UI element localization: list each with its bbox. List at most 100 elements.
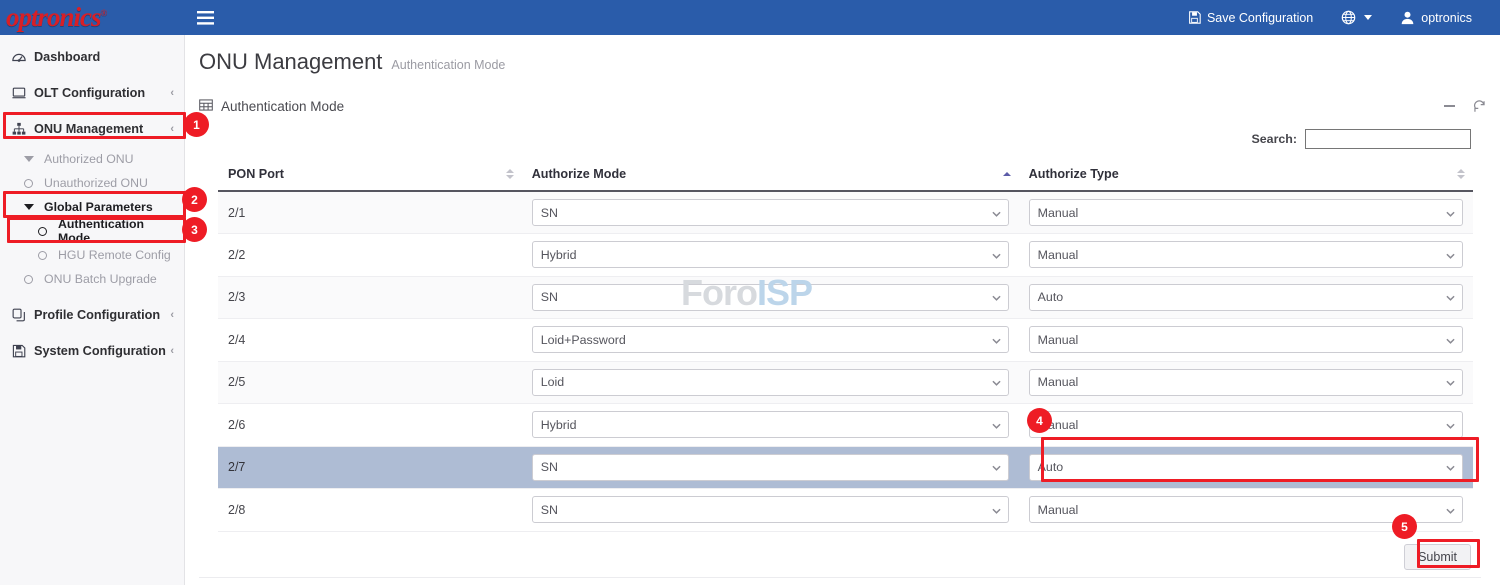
table-header-row: PON Port Authorize Mode Authorize Type xyxy=(218,158,1473,192)
sidebar-item-authorized-onu[interactable]: Authorized ONU xyxy=(0,147,184,171)
pon-port-value: 2/3 xyxy=(228,290,246,305)
sidebar-item-profile-configuration[interactable]: Profile Configuration ‹ xyxy=(0,297,184,333)
brand-logo[interactable]: optronics® xyxy=(0,0,185,35)
authorize-type-select[interactable]: Manual xyxy=(1028,241,1463,269)
authorize-mode-value: Loid+Password xyxy=(540,332,626,347)
cell-authorize-mode: SN xyxy=(521,191,1019,234)
search-input[interactable] xyxy=(1305,129,1471,149)
authorize-mode-select[interactable]: Hybrid xyxy=(531,241,1009,269)
authorize-mode-value: SN xyxy=(540,502,558,517)
authorize-mode-select[interactable]: Loid+Password xyxy=(531,326,1009,354)
table-row[interactable]: 2/1 SN Manual xyxy=(218,191,1473,234)
sidebar-item-dashboard[interactable]: Dashboard xyxy=(0,39,184,75)
authorize-type-value: Manual xyxy=(1037,375,1079,390)
authorize-mode-select[interactable]: Loid xyxy=(531,368,1009,396)
authorize-type-select[interactable]: Manual xyxy=(1028,496,1463,524)
cell-pon-port: 2/6 xyxy=(218,403,522,447)
table-row[interactable]: 2/6 Hybrid Manual xyxy=(218,403,1473,447)
authorize-type-select[interactable]: Manual xyxy=(1028,368,1463,396)
cell-authorize-type: Manual xyxy=(1018,318,1473,362)
chevron-left-icon: ‹ xyxy=(170,86,174,99)
sidebar-item-unauthorized-onu[interactable]: Unauthorized ONU xyxy=(0,171,184,195)
table-body: 2/1 SN Manual 2/2 Hybrid Manual 2/3 SN Auto 2/4 Lo… xyxy=(218,191,1473,532)
cell-authorize-mode: SN xyxy=(521,276,1019,319)
pon-port-value: 2/6 xyxy=(228,417,246,432)
sidebar-item-global-parameters[interactable]: Global Parameters xyxy=(0,195,184,219)
cell-authorize-type: Manual xyxy=(1018,233,1473,277)
table-row[interactable]: 2/7 SN Auto xyxy=(218,446,1473,489)
save-configuration-label: Save Configuration xyxy=(1206,10,1314,25)
top-navigation-bar: optronics® Save Configuration optronics xyxy=(0,0,1500,35)
authorize-type-select[interactable]: Auto xyxy=(1028,283,1463,311)
authorize-type-select[interactable]: Manual xyxy=(1028,326,1463,354)
sidebar-item-label: ONU Management xyxy=(34,122,144,136)
authorize-mode-value: Hybrid xyxy=(540,247,577,262)
minimize-icon[interactable] xyxy=(1444,105,1455,107)
pon-port-value: 2/8 xyxy=(228,502,246,517)
language-selector[interactable] xyxy=(1327,0,1386,35)
sidebar-navigation: Dashboard OLT Configuration ‹ ONU Manage… xyxy=(0,35,185,585)
authorize-mode-value: SN xyxy=(540,460,558,475)
authorize-type-select[interactable]: Manual xyxy=(1028,411,1463,439)
page-header: ONU Management Authentication Mode xyxy=(185,35,1500,75)
page-subtitle: Authentication Mode xyxy=(391,58,506,72)
authorize-mode-select[interactable]: SN xyxy=(531,199,1009,226)
sidebar-item-label: Dashboard xyxy=(34,50,101,64)
logo-text: optronics xyxy=(6,2,102,32)
submit-row: Submit xyxy=(199,543,1471,570)
panel-tool-buttons xyxy=(1444,99,1486,113)
pon-port-value: 2/7 xyxy=(228,460,246,475)
dashboard-icon xyxy=(12,50,34,64)
cell-authorize-type: Manual xyxy=(1018,361,1473,404)
authorize-type-select[interactable]: Manual xyxy=(1028,199,1463,226)
user-icon xyxy=(1400,10,1415,25)
authentication-mode-table-wrapper: PON Port Authorize Mode Authorize Type 2… xyxy=(218,158,1473,532)
panel-header: Authentication Mode xyxy=(199,93,1486,119)
table-row[interactable]: 2/2 Hybrid Manual xyxy=(218,233,1473,277)
sidebar-item-onu-batch-upgrade[interactable]: ONU Batch Upgrade xyxy=(0,267,184,291)
authorize-type-select[interactable]: Auto xyxy=(1028,453,1463,481)
column-header-authorize-type[interactable]: Authorize Type xyxy=(1018,158,1473,192)
authorize-mode-select[interactable]: SN xyxy=(531,496,1009,524)
authorize-mode-select[interactable]: SN xyxy=(531,453,1009,481)
sidebar-item-system-configuration[interactable]: System Configuration ‹ xyxy=(0,333,184,369)
sidebar-item-authentication-mode[interactable]: Authentication Mode xyxy=(0,217,184,245)
refresh-icon[interactable] xyxy=(1473,99,1486,113)
table-row[interactable]: 2/8 SN Manual xyxy=(218,488,1473,532)
sidebar-item-label: Global Parameters xyxy=(44,200,153,214)
authorize-mode-select[interactable]: Hybrid xyxy=(531,411,1009,439)
chevron-left-icon: ‹ xyxy=(170,308,174,321)
column-header-label: PON Port xyxy=(228,167,284,181)
topbar-actions: Save Configuration optronics xyxy=(1174,0,1500,35)
authorize-mode-value: SN xyxy=(540,205,558,220)
save-configuration-button[interactable]: Save Configuration xyxy=(1174,0,1327,35)
pon-port-value: 2/2 xyxy=(228,247,246,262)
copy-icon xyxy=(12,308,34,322)
column-header-label: Authorize Mode xyxy=(531,167,627,181)
sidebar-item-olt-configuration[interactable]: OLT Configuration ‹ xyxy=(0,75,184,111)
table-row[interactable]: 2/3 SN Auto xyxy=(218,276,1473,319)
authorize-mode-select[interactable]: SN xyxy=(531,283,1009,311)
sidebar-item-label: Authorized ONU xyxy=(44,152,134,166)
logo-trademark-symbol: ® xyxy=(100,8,108,18)
chevron-down-icon xyxy=(1364,15,1373,20)
cell-authorize-type: Auto xyxy=(1018,446,1473,489)
search-label: Search: xyxy=(1251,132,1297,146)
user-menu[interactable]: optronics xyxy=(1386,0,1486,35)
page-title: ONU Management xyxy=(199,49,383,74)
authorize-type-value: Manual xyxy=(1037,332,1079,347)
column-header-authorize-mode[interactable]: Authorize Mode xyxy=(521,158,1019,192)
sidebar-item-onu-management[interactable]: ONU Management ‹ xyxy=(0,111,184,147)
column-header-pon-port[interactable]: PON Port xyxy=(218,158,522,192)
table-row[interactable]: 2/5 Loid Manual xyxy=(218,361,1473,404)
globe-icon xyxy=(1341,10,1356,25)
sidebar-item-label: Authentication Mode xyxy=(58,217,145,245)
submit-button[interactable]: Submit xyxy=(1404,543,1471,570)
cell-pon-port: 2/5 xyxy=(218,361,522,404)
cell-authorize-mode: SN xyxy=(521,488,1019,532)
sidebar-item-hgu-remote-config[interactable]: HGU Remote Config xyxy=(0,243,184,267)
hamburger-icon[interactable] xyxy=(185,0,225,35)
chevron-left-icon: ‹ xyxy=(170,122,174,135)
table-row[interactable]: 2/4 Loid+Password Manual xyxy=(218,318,1473,362)
sort-indicator-icon xyxy=(505,169,514,179)
